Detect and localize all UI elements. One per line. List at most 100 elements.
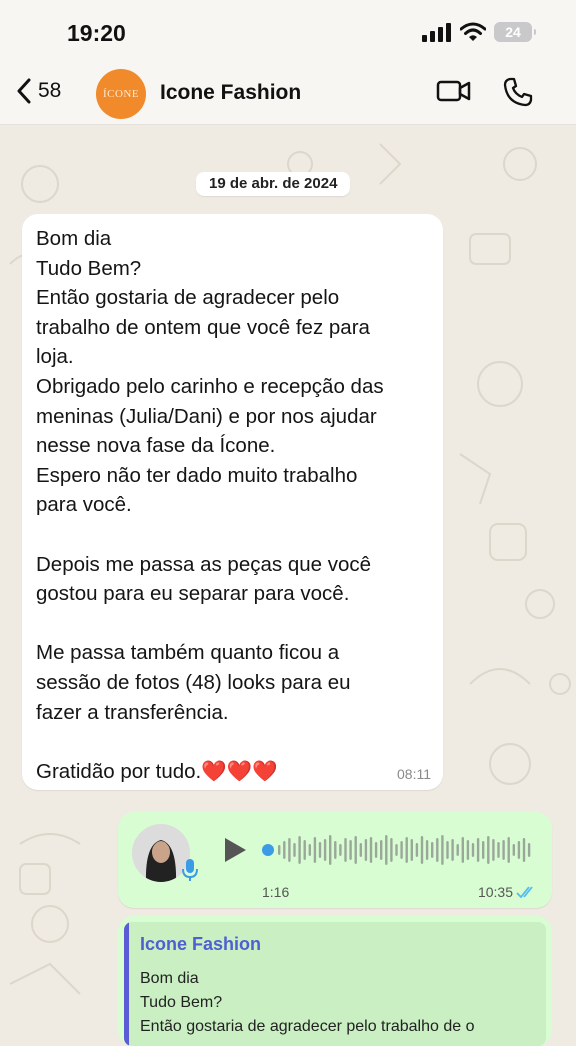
- quote-author: Icone Fashion: [140, 934, 262, 954]
- waveform-bar: [420, 836, 424, 864]
- waveform-bar: [339, 844, 342, 856]
- waveform-bar: [288, 838, 291, 862]
- battery-level: 24: [505, 24, 521, 40]
- incoming-message[interactable]: Bom dia Tudo Bem? Então gostaria de agrade…: [22, 214, 443, 790]
- video-call-button[interactable]: [436, 76, 472, 111]
- waveform-bar: [374, 842, 378, 858]
- voice-call-button[interactable]: [502, 76, 534, 113]
- outgoing-reply-message[interactable]: Icone Fashion Bom dia Tudo Bem? Então go…: [118, 916, 552, 1046]
- message-line: Bom dia: [36, 227, 112, 250]
- chat-title[interactable]: Icone Fashion: [160, 81, 301, 105]
- waveform-bar: [497, 842, 500, 858]
- message-line: trabalho de ontem que você fez para: [36, 315, 370, 339]
- back-chevron-icon: [17, 78, 31, 104]
- message-line: [36, 609, 431, 639]
- message-line: meninas (Julia/Dani) e por nos ajudar: [36, 404, 377, 428]
- waveform-bar: [323, 839, 327, 861]
- audio-waveform[interactable]: [262, 830, 538, 870]
- date-separator: 19 de abr. de 2024: [196, 172, 351, 196]
- waveform-bar: [344, 838, 347, 862]
- waveform-bar: [334, 841, 337, 859]
- message-line: [36, 520, 431, 550]
- message-line: Então gostaria de agradecer pelo: [36, 286, 340, 310]
- message-line: gostou para eu separar para você.: [36, 582, 350, 606]
- back-button[interactable]: 58: [16, 78, 61, 104]
- waveform-bar: [456, 844, 459, 856]
- waveform-bar: [471, 843, 475, 857]
- message-line: nesse nova fase da Ícone.: [36, 434, 276, 458]
- message-line: Me passa também quanto ficou a: [36, 641, 340, 665]
- read-ticks-icon: [516, 886, 533, 899]
- message-line: Gratidão por tudo.❤️❤️❤️: [36, 759, 278, 783]
- play-icon[interactable]: [222, 836, 248, 864]
- waveform-bar: [313, 837, 317, 863]
- video-call-icon: [436, 80, 471, 102]
- outgoing-voice-message[interactable]: 1:16 10:35: [118, 812, 552, 908]
- mic-icon: [182, 859, 198, 881]
- quote-line: Bom dia: [140, 970, 199, 987]
- waveform-bar: [492, 839, 495, 861]
- message-line: fazer a transferência.: [36, 700, 229, 724]
- status-icons: 24: [422, 22, 536, 42]
- waveform-bar: [522, 838, 526, 862]
- waveform-bar: [405, 837, 408, 863]
- chat-header: 58 ÍCONE Icone Fashion: [0, 64, 576, 125]
- waveform-bar: [425, 840, 429, 860]
- battery-icon: 24: [494, 22, 536, 42]
- waveform-bar: [354, 836, 357, 864]
- waveform-bar: [329, 835, 332, 865]
- unread-count: 58: [38, 79, 62, 102]
- waveform-bar: [364, 839, 368, 861]
- waveform-bar: [390, 838, 393, 862]
- waveform-bar: [395, 844, 398, 856]
- waveform-bar: [502, 840, 505, 860]
- quote-line: Tudo Bem?: [140, 994, 223, 1011]
- waveform-bar: [359, 843, 362, 857]
- waveform-bar: [298, 836, 301, 864]
- waveform-bar: [431, 842, 434, 858]
- waveform-bar: [461, 837, 464, 863]
- waveform-bar: [385, 835, 388, 865]
- waveform-bar: [369, 837, 373, 863]
- waveform-bar: [507, 837, 510, 863]
- waveform-bar: [308, 844, 311, 856]
- contact-avatar[interactable]: ÍCONE: [96, 69, 146, 119]
- quoted-message[interactable]: Icone Fashion Bom dia Tudo Bem? Então go…: [124, 922, 546, 1046]
- voice-timestamp: 10:35: [477, 884, 513, 900]
- wifi-icon: [460, 22, 486, 41]
- message-line: para você.: [36, 493, 132, 517]
- waveform-bar: [380, 840, 383, 860]
- message-line: Tudo Bem?: [36, 256, 142, 280]
- phone-icon: [503, 77, 533, 107]
- waveform-bar: [436, 838, 439, 862]
- waveform-bar: [512, 844, 515, 856]
- waveform-bar: [415, 843, 419, 857]
- waveform-bar: [283, 841, 286, 859]
- waveform-bar: [446, 841, 449, 859]
- message-line: sessão de fotos (48) looks para eu: [36, 670, 351, 694]
- waveform-bar: [349, 840, 352, 860]
- avatar-logo-text: ÍCONE: [102, 88, 140, 100]
- waveform-bar: [451, 839, 454, 861]
- waveform-bar: [487, 836, 490, 864]
- voice-meta: 10:35: [478, 884, 538, 900]
- waveform-bar: [441, 835, 444, 865]
- playhead[interactable]: [262, 844, 274, 856]
- status-bar: 19:20 24: [0, 0, 576, 64]
- message-timestamp: 08:11: [397, 766, 431, 782]
- waveform-bar: [482, 841, 485, 859]
- quote-accent-bar: [124, 922, 129, 1046]
- waveform-bar: [303, 840, 306, 860]
- waveform-bar: [400, 841, 403, 859]
- waveform-bar: [293, 843, 296, 857]
- waveform-bar: [517, 841, 521, 859]
- message-line: Depois me passa as peças que você: [36, 552, 372, 576]
- status-time: 19:20: [67, 20, 126, 46]
- quote-line: Então gostaria de agradecer pelo trabalh…: [140, 1018, 475, 1035]
- message-text: Bom dia Tudo Bem? Então gostaria de agrade…: [36, 224, 431, 786]
- voice-duration: 1:16: [262, 884, 290, 900]
- message-line: Espero não ter dado muito trabalho: [36, 463, 358, 487]
- waveform-bar: [278, 845, 281, 855]
- message-line: [36, 727, 431, 757]
- message-line: loja.: [36, 345, 74, 369]
